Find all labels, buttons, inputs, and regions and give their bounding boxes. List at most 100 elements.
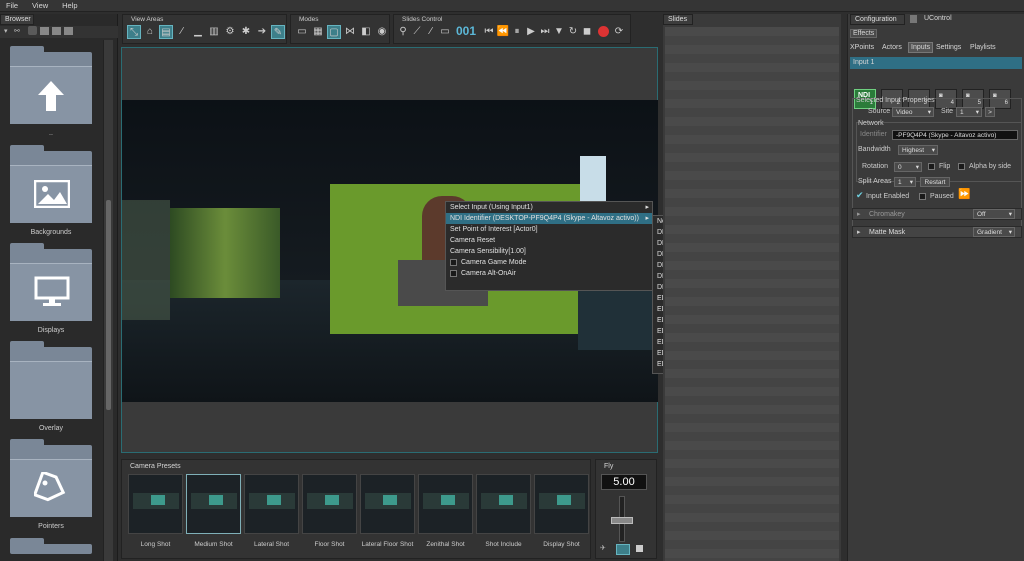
camera-preset[interactable]: Display Shot (534, 474, 589, 550)
screen-icon[interactable]: ▭ (438, 25, 452, 39)
menu-item-camera-sensibility[interactable]: Camera Sensibility[1.00] (446, 246, 652, 257)
menu-item-camera-alt-onair[interactable]: Camera Alt-OnAir (446, 268, 652, 279)
mode-2-button[interactable]: ▦ (311, 25, 325, 39)
stop-icon[interactable]: ◼ (580, 25, 594, 39)
rotation-dropdown[interactable]: 0 ▾ (894, 162, 922, 172)
tab-actors[interactable]: Actors (882, 44, 902, 51)
menu-file[interactable]: File (0, 0, 18, 10)
mode-4-button[interactable]: ⋈ (343, 25, 357, 39)
browser-tab[interactable]: Browser (0, 14, 34, 25)
fly-mode-button[interactable] (616, 544, 630, 555)
mode-3-button[interactable]: ▢ (327, 25, 341, 39)
menu-item-point-of-interest[interactable]: Set Point of Interest [Actor0] (446, 224, 652, 235)
tab-ucontrol[interactable]: UControl (924, 15, 952, 22)
camera-preset[interactable]: Lateral Floor Shot (360, 474, 415, 550)
browser-scrollbar[interactable] (103, 40, 113, 561)
menu-item-camera-reset[interactable]: Camera Reset (446, 235, 652, 246)
brush-icon[interactable]: ⟋ (410, 25, 424, 39)
view-area-2-button[interactable]: ⌂ (143, 25, 157, 39)
pause-icon[interactable]: ⏸ (510, 25, 524, 39)
source-dropdown[interactable]: Video ▾ (892, 107, 934, 117)
menu-item-ndi-identifier[interactable]: NDI Identifier (DESKTOP-PF9Q4P4 (Skype -… (446, 213, 652, 224)
mode-1-button[interactable]: ▭ (295, 25, 309, 39)
tab-configuration[interactable]: Configuration (850, 14, 905, 25)
camera-preset[interactable]: Floor Shot (302, 474, 357, 550)
pen-icon[interactable]: ∕ (175, 25, 189, 39)
stop-icon[interactable] (636, 545, 643, 552)
site-next-button[interactable]: > (985, 107, 995, 117)
camera-preset[interactable]: Medium Shot (186, 474, 241, 550)
camera-preset[interactable]: Zenithal Shot (418, 474, 473, 550)
fly-slider[interactable] (611, 496, 633, 542)
camera-preset[interactable]: Shot Include (476, 474, 531, 550)
checkbox[interactable] (450, 258, 457, 266)
browser-item-backgrounds[interactable]: Backgrounds (8, 145, 94, 236)
browser-item-label: Pointers (38, 523, 64, 530)
settings-icon[interactable]: ✱ (239, 25, 253, 39)
paused-checkbox[interactable] (919, 193, 926, 200)
browser-item-displays[interactable]: Displays (8, 243, 94, 334)
folder-alt-icon[interactable] (64, 27, 73, 35)
loop-icon[interactable]: ⟳ (612, 25, 626, 39)
browser-item-overlay[interactable]: Overlay (8, 341, 94, 432)
modes-toolbar: Modes ▭ ▦ ▢ ⋈ ◧ ◉ (290, 14, 390, 44)
tab-xpoints[interactable]: XPoints (850, 44, 874, 51)
slider-handle[interactable] (611, 517, 633, 524)
identifier-dropdown[interactable]: -PF9Q4P4 (Skype - Altavoz activo) (892, 130, 1018, 140)
restart-button[interactable]: Restart (920, 177, 950, 187)
menu-help[interactable]: Help (56, 0, 77, 10)
effects-button[interactable]: Effects (850, 29, 878, 38)
next-icon[interactable]: ⏭ (538, 25, 552, 39)
grid-icon[interactable]: ▥ (207, 25, 221, 39)
camera-preset[interactable]: Long Shot (128, 474, 183, 550)
view-area-3-button[interactable]: ▤ (159, 25, 173, 39)
new-folder-icon[interactable] (52, 27, 61, 35)
slides-list[interactable] (665, 27, 839, 561)
browser-item-pointers[interactable]: Pointers (8, 439, 94, 530)
collapse-icon[interactable]: ▾ (4, 27, 8, 35)
checkbox[interactable] (450, 269, 457, 277)
up-icon[interactable] (28, 26, 37, 35)
down-icon[interactable]: ▼ (552, 25, 566, 39)
refresh-icon[interactable]: ↻ (566, 25, 580, 39)
menu-item-select-input[interactable]: Select Input (Using Input1) ▸ (446, 202, 652, 213)
fast-forward-icon[interactable]: ⏩ (958, 189, 970, 200)
scrollbar-thumb[interactable] (106, 200, 111, 410)
site-dropdown[interactable]: 1 ▾ (956, 107, 982, 117)
dropdown-value: 1 (898, 179, 902, 186)
chart-icon[interactable]: ▁ (191, 25, 205, 39)
split-areas-dropdown[interactable]: 1 ▾ (894, 177, 916, 187)
view-area-1-button[interactable]: ⤡ (127, 25, 141, 39)
arrow-icon[interactable]: ➔ (255, 25, 269, 39)
flip-checkbox[interactable] (928, 163, 935, 170)
main-viewport[interactable]: Select Input (Using Input1) ▸ NDI Identif… (121, 47, 816, 453)
browser-item-parent[interactable]: .. (8, 46, 94, 137)
mode-5-button[interactable]: ◧ (359, 25, 373, 39)
wrench-icon[interactable]: ✎ (271, 25, 285, 39)
gear-icon[interactable]: ⚙ (223, 25, 237, 39)
slides-tab[interactable]: Slides (663, 14, 693, 25)
eye-icon[interactable]: ◉ (375, 25, 389, 39)
tab-playlists[interactable]: Playlists (970, 44, 996, 51)
play-icon[interactable]: ▶ (524, 25, 538, 39)
chromakey-dropdown[interactable]: Off ▾ (973, 209, 1015, 219)
bandwidth-dropdown[interactable]: Highest ▾ (898, 145, 938, 155)
input-enabled-checkbox[interactable]: ✔ (856, 190, 864, 201)
tree-icon[interactable]: ⚯ (14, 27, 20, 35)
matte-mask-dropdown[interactable]: Gradient ▾ (973, 227, 1015, 237)
search-icon[interactable]: ⚲ (396, 25, 410, 39)
tab-inputs[interactable]: Inputs (908, 42, 934, 53)
browser-item-more[interactable] (8, 538, 94, 561)
menu-item-camera-game-mode[interactable]: Camera Game Mode (446, 257, 652, 268)
tab-settings[interactable]: Settings (936, 44, 961, 51)
menu-view[interactable]: View (26, 0, 48, 10)
first-slide-icon[interactable]: ⏮ (482, 25, 496, 39)
line-icon[interactable]: ∕ (424, 25, 438, 39)
camera-preset[interactable]: Lateral Shot (244, 474, 299, 550)
prev-icon[interactable]: ⏪ (496, 25, 510, 39)
menu-item-label: Camera Alt-OnAir (461, 270, 516, 277)
folder-icon[interactable] (40, 27, 49, 35)
alpha-by-side-checkbox[interactable] (958, 163, 965, 170)
fly-icon[interactable]: ✈ (600, 544, 606, 552)
record-icon[interactable] (598, 26, 609, 37)
